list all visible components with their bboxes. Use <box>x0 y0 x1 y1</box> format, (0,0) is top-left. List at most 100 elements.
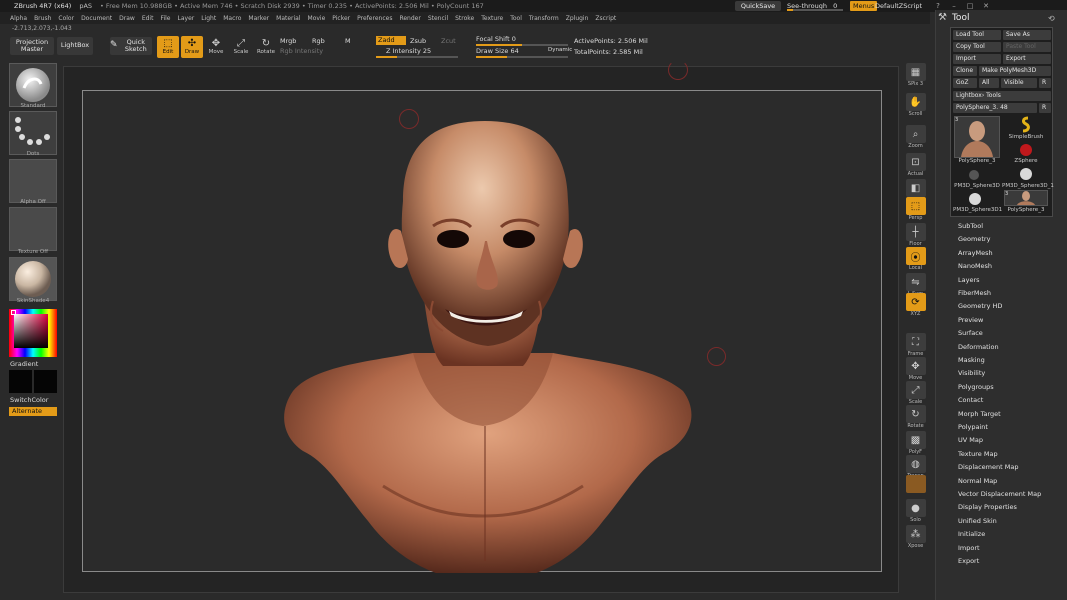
current-tool-r-button[interactable]: R <box>1039 103 1051 113</box>
zcut-toggle[interactable]: Zcut <box>441 37 456 45</box>
tool-section-deformation[interactable]: Deformation <box>958 343 999 351</box>
move-mode-button[interactable]: ✥ Move <box>205 36 227 58</box>
tool-section-layers[interactable]: Layers <box>958 276 980 284</box>
edit-mode-button[interactable]: ⬚ Edit <box>157 36 179 58</box>
stroke-picker[interactable] <box>9 111 57 155</box>
menu-preferences[interactable]: Preferences <box>357 15 392 22</box>
copy-tool-button[interactable]: Copy Tool <box>953 42 1001 52</box>
menu-stencil[interactable]: Stencil <box>428 15 448 22</box>
save-as-button[interactable]: Save As <box>1003 30 1051 40</box>
paste-tool-button[interactable]: Paste Tool <box>1003 42 1051 52</box>
dynamic-toggle[interactable]: Dynamic <box>548 47 572 53</box>
z-intensity-track[interactable] <box>376 56 458 58</box>
default-zscript-button[interactable]: DefaultZScript <box>875 1 922 11</box>
goz-button[interactable]: GoZ <box>953 78 977 88</box>
switch-color-button[interactable]: SwitchColor <box>10 396 48 404</box>
alpha-picker[interactable] <box>9 159 57 203</box>
current-tool-slider[interactable]: PolySphere_3. 48 <box>953 103 1037 113</box>
mrgb-toggle[interactable]: Mrgb <box>280 37 296 45</box>
lightbox-button[interactable]: LightBox <box>57 37 93 55</box>
brush-picker[interactable] <box>9 63 57 107</box>
z-intensity-slider[interactable]: Z Intensity 25 <box>386 47 431 55</box>
menu-brush[interactable]: Brush <box>34 15 51 22</box>
gradient-label[interactable]: Gradient <box>10 360 38 368</box>
draw-size-slider[interactable]: Draw Size 64 <box>476 47 519 55</box>
m-toggle[interactable]: M <box>345 37 351 45</box>
secondary-color-swatch[interactable] <box>34 370 57 393</box>
color-square[interactable] <box>14 314 48 348</box>
tool-section-surface[interactable]: Surface <box>958 329 983 337</box>
material-picker[interactable] <box>9 257 57 301</box>
zoom-button[interactable]: ⌕ Zoom <box>904 125 927 155</box>
see-through-slider[interactable]: See-through 0 <box>787 1 845 11</box>
menu-document[interactable]: Document <box>81 15 112 22</box>
pm3d-sphere-1-icon[interactable] <box>1018 166 1034 182</box>
tool-section-fibermesh[interactable]: FiberMesh <box>958 289 991 297</box>
spix-button[interactable]: ▦ SPix 3 <box>904 63 927 93</box>
menu-color[interactable]: Color <box>58 15 74 22</box>
primary-color-swatch[interactable] <box>9 370 32 393</box>
tool-section-visibility[interactable]: Visibility <box>958 369 985 377</box>
projection-master-button[interactable]: Projection Master <box>10 37 54 55</box>
tool-section-geometry[interactable]: Geometry <box>958 235 990 243</box>
alternate-toggle[interactable]: Alternate <box>9 407 57 416</box>
load-tool-button[interactable]: Load Tool <box>953 30 1001 40</box>
zsub-toggle[interactable]: Zsub <box>410 37 426 45</box>
menu-edit[interactable]: Edit <box>142 15 154 22</box>
tool-thumb-polysphere[interactable] <box>954 116 1000 158</box>
menu-marker[interactable]: Marker <box>248 15 269 22</box>
tool-section-export[interactable]: Export <box>958 557 979 565</box>
menu-material[interactable]: Material <box>276 15 300 22</box>
tool-section-polygroups[interactable]: Polygroups <box>958 383 994 391</box>
xyz-button[interactable]: ⟳ XYZ <box>904 293 927 323</box>
menu-file[interactable]: File <box>160 15 170 22</box>
focal-shift-track[interactable] <box>476 44 568 46</box>
clone-button[interactable]: Clone <box>953 66 977 76</box>
menu-transform[interactable]: Transform <box>529 15 559 22</box>
rgb-toggle[interactable]: Rgb <box>312 37 325 45</box>
menu-movie[interactable]: Movie <box>308 15 326 22</box>
pm3d-sphere-icon[interactable] <box>967 168 981 182</box>
tool-thumb-polysphere-2[interactable] <box>1004 190 1048 206</box>
quick-sketch-button[interactable]: ✎ Quick Sketch <box>110 37 152 55</box>
pm3d-sphere3d1-icon[interactable] <box>967 191 983 207</box>
menu-texture[interactable]: Texture <box>481 15 503 22</box>
tool-section-subtool[interactable]: SubTool <box>958 222 983 230</box>
zsphere-icon[interactable] <box>1018 142 1034 158</box>
menu-zplugin[interactable]: Zplugin <box>566 15 589 22</box>
draw-size-track[interactable] <box>476 56 568 58</box>
menus-toggle[interactable]: Menus <box>850 1 878 11</box>
tool-section-unified-skin[interactable]: Unified Skin <box>958 517 997 525</box>
menu-layer[interactable]: Layer <box>178 15 195 22</box>
zadd-toggle[interactable]: Zadd <box>376 36 406 45</box>
tool-section-display-properties[interactable]: Display Properties <box>958 503 1017 511</box>
tool-section-normal-map[interactable]: Normal Map <box>958 477 997 485</box>
tool-section-texture-map[interactable]: Texture Map <box>958 450 998 458</box>
tool-section-geometry-hd[interactable]: Geometry HD <box>958 302 1002 310</box>
import-button[interactable]: Import <box>953 54 1001 64</box>
scroll-button[interactable]: ✋ Scroll <box>904 93 927 123</box>
focal-shift-slider[interactable]: Focal Shift 0 <box>476 35 516 43</box>
tool-section-vector-displacement-map[interactable]: Vector Displacement Map <box>958 490 1041 498</box>
menu-draw[interactable]: Draw <box>119 15 135 22</box>
quicksave-button[interactable]: QuickSave <box>735 1 781 11</box>
sculpted-bust-model[interactable] <box>83 91 883 583</box>
menu-picker[interactable]: Picker <box>332 15 350 22</box>
rgb-intensity-slider[interactable]: Rgb Intensity <box>280 47 323 55</box>
xpose-button[interactable]: ⁂ Xpose <box>904 525 927 555</box>
menu-zscript[interactable]: Zscript <box>595 15 616 22</box>
menu-tool[interactable]: Tool <box>510 15 522 22</box>
lightbox-tools-button[interactable]: Lightbox› Tools <box>953 91 1051 101</box>
tool-section-masking[interactable]: Masking <box>958 356 985 364</box>
tool-section-contact[interactable]: Contact <box>958 396 983 404</box>
palette-popout-icon[interactable]: ⟲ <box>1048 14 1055 23</box>
menu-alpha[interactable]: Alpha <box>10 15 27 22</box>
menu-light[interactable]: Light <box>201 15 216 22</box>
menu-render[interactable]: Render <box>399 15 420 22</box>
menu-macro[interactable]: Macro <box>223 15 241 22</box>
simplebrush-icon[interactable] <box>1017 116 1035 134</box>
export-button[interactable]: Export <box>1003 54 1051 64</box>
tool-section-preview[interactable]: Preview <box>958 316 983 324</box>
goz-visible-button[interactable]: Visible <box>1001 78 1037 88</box>
make-polymesh-button[interactable]: Make PolyMesh3D <box>979 66 1051 76</box>
